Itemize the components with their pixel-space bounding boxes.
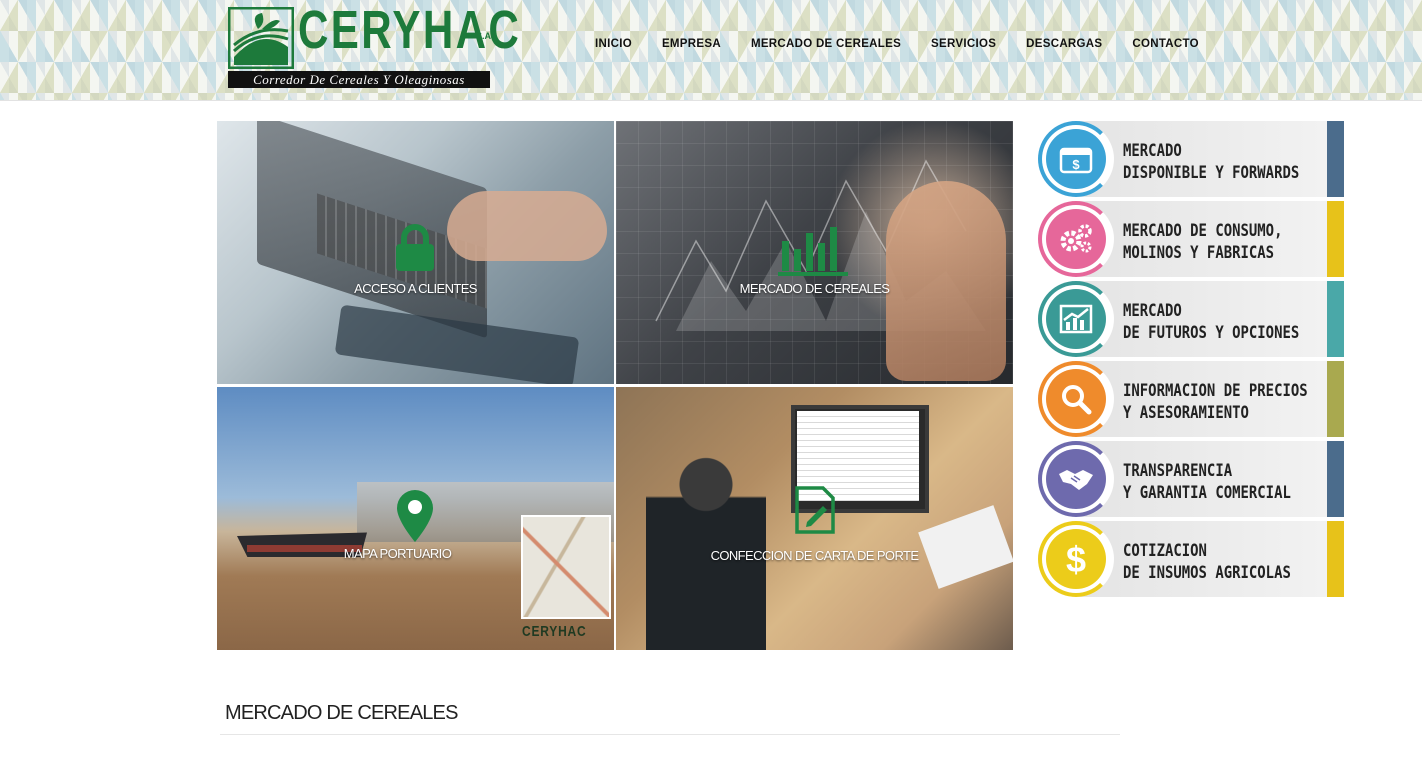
- magnifier-icon: [1046, 369, 1106, 429]
- service-icon-circle: [1038, 281, 1114, 357]
- service-mercado-consumo[interactable]: MERCADO DE CONSUMO, MOLINOS Y FABRICAS: [1038, 201, 1344, 277]
- service-icon-circle: $: [1038, 121, 1114, 197]
- service-informacion-precios[interactable]: INFORMACION DE PRECIOS Y ASESORAMIENTO: [1038, 361, 1344, 437]
- service-transparencia[interactable]: TRANSPARENCIA Y GARANTIA COMERCIAL: [1038, 441, 1344, 517]
- tile-label: MERCADO DE CEREALES: [739, 281, 890, 296]
- service-text: MERCADO DE FUTUROS Y OPCIONES: [1123, 300, 1299, 344]
- service-line2: MOLINOS Y FABRICAS: [1123, 243, 1275, 263]
- nav-servicios[interactable]: SERVICIOS: [931, 38, 996, 50]
- calendar-dollar-icon: $: [1046, 129, 1106, 189]
- logo-leaf-icon: [228, 7, 294, 69]
- notebook-image: [918, 505, 1013, 589]
- watermark-logo: CERYHAC: [522, 623, 587, 640]
- map-pin-icon: [397, 490, 433, 542]
- chart-up-icon: [1046, 289, 1106, 349]
- hand-image: [447, 191, 607, 261]
- document-edit-icon: [795, 486, 835, 534]
- logo-tagline: Corredor De Cereales Y Oleaginosas: [228, 71, 490, 88]
- service-line1: COTIZACION: [1123, 541, 1207, 561]
- service-line1: MERCADO: [1123, 301, 1182, 321]
- logo-suffix: S.A.: [476, 31, 494, 41]
- map-thumbnail: [521, 515, 611, 619]
- nav-inicio[interactable]: INICIO: [595, 38, 632, 50]
- site-header: CERYHAC S.A. Corredor De Cereales Y Olea…: [0, 0, 1422, 101]
- service-accent-bar: [1327, 521, 1344, 597]
- tile-mercado-cereales[interactable]: MERCADO DE CEREALES: [616, 121, 1013, 384]
- tile-label: MAPA PORTUARIO: [343, 546, 452, 561]
- service-line2: DE INSUMOS AGRICOLAS: [1123, 563, 1291, 583]
- svg-text:$: $: [1072, 157, 1080, 172]
- service-accent-bar: [1327, 281, 1344, 357]
- service-text: INFORMACION DE PRECIOS Y ASESORAMIENTO: [1123, 380, 1308, 424]
- service-line2: Y ASESORAMIENTO: [1123, 403, 1249, 423]
- service-icon-circle: [1038, 201, 1114, 277]
- service-line1: MERCADO DE CONSUMO,: [1123, 221, 1283, 241]
- service-text: MERCADO DE CONSUMO, MOLINOS Y FABRICAS: [1123, 220, 1282, 264]
- dollar-icon: $: [1046, 529, 1106, 589]
- logo[interactable]: CERYHAC S.A. Corredor De Cereales Y Olea…: [228, 3, 519, 89]
- service-text: TRANSPARENCIA Y GARANTIA COMERCIAL: [1123, 460, 1291, 504]
- service-line1: TRANSPARENCIA: [1123, 461, 1233, 481]
- service-icon-circle: [1038, 441, 1114, 517]
- service-accent-bar: [1327, 201, 1344, 277]
- service-icon-circle: $: [1038, 521, 1114, 597]
- service-line1: MERCADO: [1123, 141, 1182, 161]
- handshake-icon: [1046, 449, 1106, 509]
- service-mercado-futuros[interactable]: MERCADO DE FUTUROS Y OPCIONES: [1038, 281, 1344, 357]
- nav-descargas[interactable]: DESCARGAS: [1026, 38, 1102, 50]
- bar-chart-icon: [778, 227, 848, 276]
- tile-label: ACCESO A CLIENTES: [354, 281, 477, 296]
- feature-tiles: ACCESO A CLIENTES MERCADO DE CEREALES CE…: [217, 121, 1014, 652]
- services-menu: $ MERCADO DISPONIBLE Y FORWARDS MERCADO D…: [1038, 121, 1344, 601]
- service-accent-bar: [1327, 361, 1344, 437]
- service-cotizacion-insumos[interactable]: $ COTIZACION DE INSUMOS AGRICOLAS: [1038, 521, 1344, 597]
- service-accent-bar: [1327, 441, 1344, 517]
- service-accent-bar: [1327, 121, 1344, 197]
- service-text: COTIZACION DE INSUMOS AGRICOLAS: [1123, 540, 1291, 584]
- nav-empresa[interactable]: EMPRESA: [662, 38, 721, 50]
- tile-carta-de-porte[interactable]: CONFECCION DE CARTA DE PORTE: [616, 387, 1013, 650]
- service-line1: INFORMACION DE PRECIOS: [1123, 381, 1308, 401]
- service-icon-circle: [1038, 361, 1114, 437]
- service-text: MERCADO DISPONIBLE Y FORWARDS: [1123, 140, 1299, 184]
- service-mercado-disponible[interactable]: $ MERCADO DISPONIBLE Y FORWARDS: [1038, 121, 1344, 197]
- section-divider: [220, 734, 1120, 735]
- service-line2: Y GARANTIA COMERCIAL: [1123, 483, 1291, 503]
- main-nav: INICIO EMPRESA MERCADO DE CEREALES SERVI…: [595, 38, 1229, 50]
- tile-mapa-portuario[interactable]: CERYHAC MAPA PORTUARIO: [217, 387, 614, 650]
- svg-text:$: $: [1066, 539, 1086, 579]
- tile-label: CONFECCION DE CARTA DE PORTE: [710, 548, 919, 563]
- nav-mercado-de-cereales[interactable]: MERCADO DE CEREALES: [751, 38, 901, 50]
- service-line2: DE FUTUROS Y OPCIONES: [1123, 323, 1300, 343]
- tile-acceso-clientes[interactable]: ACCESO A CLIENTES: [217, 121, 614, 384]
- nav-contacto[interactable]: CONTACTO: [1132, 38, 1199, 50]
- lock-icon: [396, 224, 434, 271]
- section-title: MERCADO DE CEREALES: [225, 702, 458, 724]
- logo-name: CERYHAC: [298, 0, 522, 60]
- person-image: [646, 427, 766, 650]
- service-line2: DISPONIBLE Y FORWARDS: [1123, 163, 1300, 183]
- gears-icon: [1046, 209, 1106, 269]
